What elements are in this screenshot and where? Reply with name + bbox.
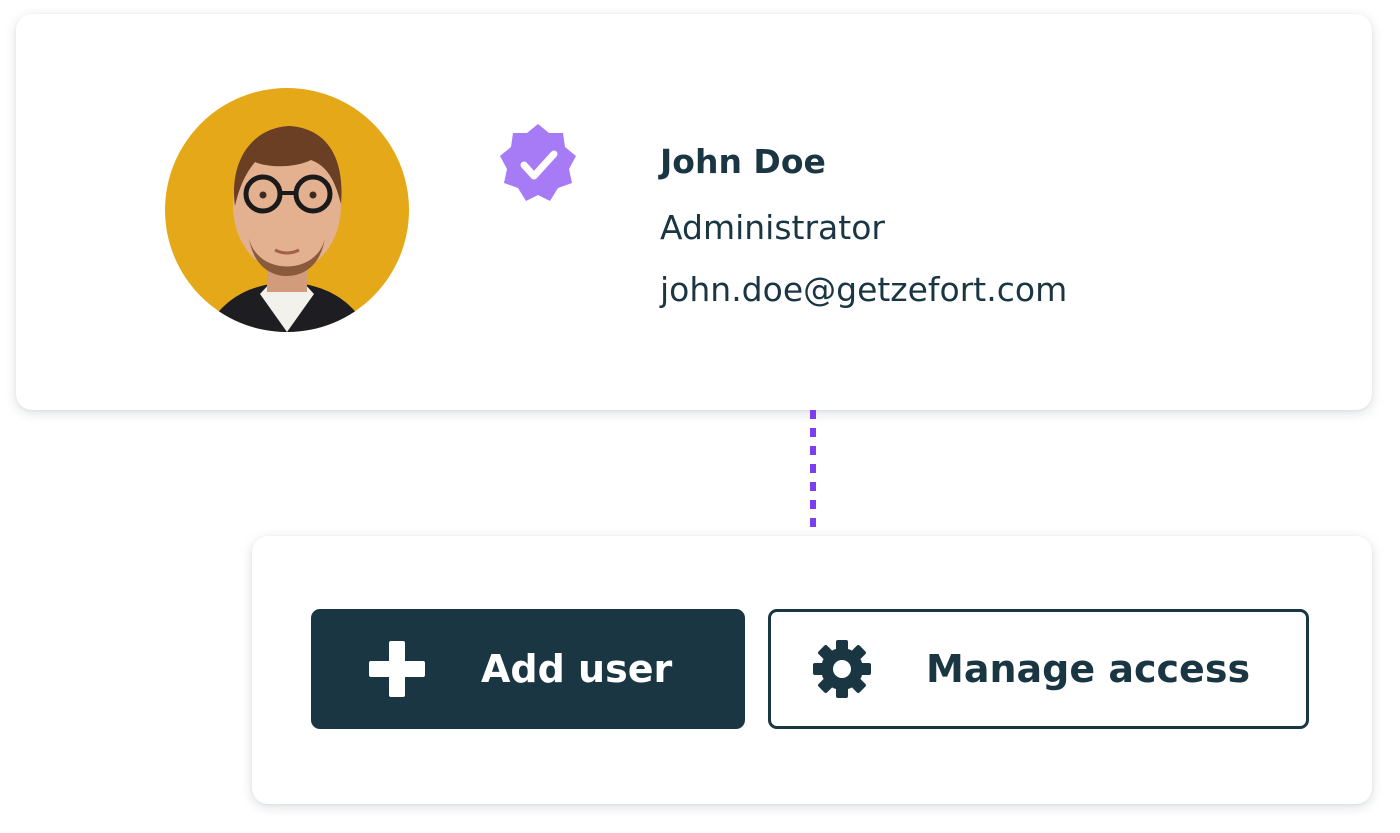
verified-badge-icon	[498, 124, 578, 204]
add-user-label: Add user	[481, 647, 673, 691]
plus-icon	[369, 641, 425, 697]
actions-card: Add user Manage access	[252, 536, 1372, 804]
manage-access-label: Manage access	[926, 647, 1251, 691]
gear-icon	[811, 638, 873, 700]
dotted-connector	[810, 410, 816, 536]
add-user-button[interactable]: Add user	[311, 609, 745, 729]
manage-access-button[interactable]: Manage access	[768, 609, 1309, 729]
user-info: John Doe Administrator john.doe@getzefor…	[660, 140, 1067, 312]
user-role: Administrator	[660, 208, 885, 247]
user-avatar	[165, 88, 409, 332]
user-email: john.doe@getzefort.com	[660, 270, 1068, 309]
user-profile-card: John Doe Administrator john.doe@getzefor…	[16, 14, 1372, 410]
user-name: John Doe	[660, 142, 826, 181]
